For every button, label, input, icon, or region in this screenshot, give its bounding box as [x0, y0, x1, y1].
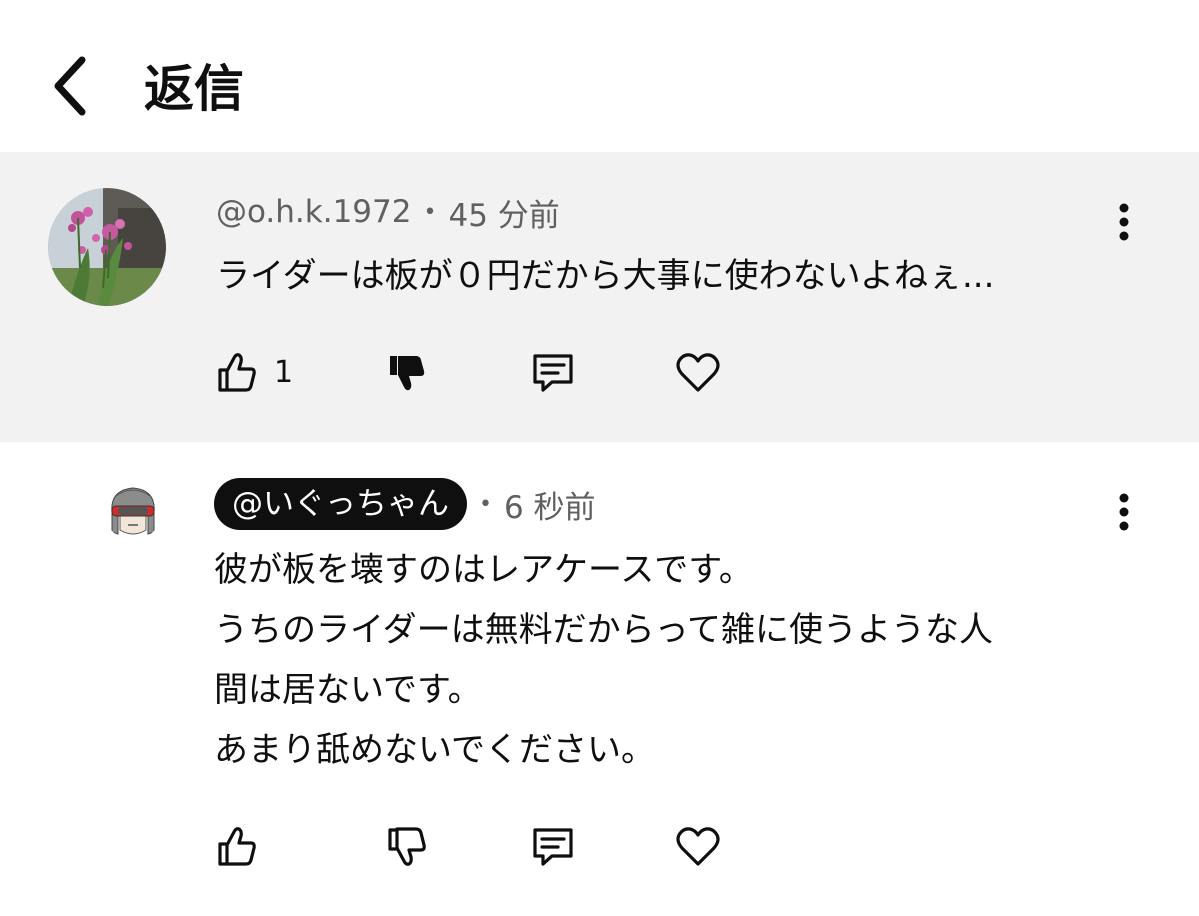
- reply-button[interactable]: [530, 342, 576, 402]
- comment-bubble-icon: [530, 350, 576, 394]
- comment-line: うちのライダーは無料だからって雑に使うような人: [214, 610, 993, 650]
- chevron-left-icon: [48, 54, 92, 122]
- heart-button[interactable]: [674, 816, 722, 876]
- reply-button[interactable]: [530, 816, 576, 876]
- thumbs-down-icon: [384, 824, 428, 868]
- dislike-button[interactable]: [384, 816, 428, 876]
- author-handle-pill[interactable]: @いぐっちゃん: [214, 478, 467, 530]
- avatar[interactable]: [48, 188, 166, 306]
- comment-text: 彼が板を壊すのはレアケースです。 うちのライダーは無料だからって雑に使うような人…: [214, 540, 993, 780]
- kebab-menu-icon: [1118, 202, 1130, 246]
- comment-time: 6 秒前: [503, 489, 596, 526]
- heart-icon: [674, 350, 722, 394]
- kebab-menu-icon: [1118, 492, 1130, 536]
- thumbs-up-icon: [214, 824, 258, 868]
- comment-actions: 1: [214, 342, 774, 402]
- like-button[interactable]: [214, 816, 258, 876]
- back-button[interactable]: [40, 52, 100, 124]
- comment-text: ライダーは板が０円だから大事に使わないよねぇ...: [216, 246, 994, 306]
- heart-icon: [674, 824, 722, 868]
- heart-button[interactable]: [674, 342, 722, 402]
- meta-separator: •: [479, 491, 492, 517]
- comment-actions: [214, 816, 774, 876]
- like-count: 1: [274, 354, 294, 390]
- meta-separator: •: [423, 199, 437, 225]
- comment-line: ライダーは板が０円だから大事に使わないよねぇ...: [216, 256, 995, 296]
- thumbs-down-filled-icon: [384, 350, 428, 394]
- more-options-button[interactable]: [1107, 484, 1141, 544]
- comment-meta: @o.h.k.1972 • 45 分前: [216, 190, 560, 234]
- dislike-button[interactable]: [384, 342, 428, 402]
- comment-bubble-icon: [530, 824, 576, 868]
- avatar[interactable]: [104, 482, 162, 540]
- comment-line: 間は居ないです。: [214, 670, 482, 710]
- more-options-button[interactable]: [1107, 194, 1141, 254]
- comment-line: あまり舐めないでください。: [214, 730, 655, 770]
- reply-comment: @いぐっちゃん • 6 秒前 彼が板を壊すのはレアケースです。 うちのライダーは…: [0, 442, 1199, 916]
- comment-line: 彼が板を壊すのはレアケースです。: [214, 550, 753, 590]
- author-handle[interactable]: @o.h.k.1972: [216, 194, 411, 230]
- thumbs-up-icon: [214, 350, 258, 394]
- parent-comment: @o.h.k.1972 • 45 分前 ライダーは板が０円だから大事に使わないよ…: [0, 152, 1199, 442]
- comment-time: 45 分前: [448, 197, 560, 234]
- top-bar: 返信: [0, 0, 1199, 152]
- like-button[interactable]: 1: [214, 342, 293, 402]
- comment-meta: @いぐっちゃん • 6 秒前: [214, 478, 596, 530]
- page-title: 返信: [144, 60, 244, 118]
